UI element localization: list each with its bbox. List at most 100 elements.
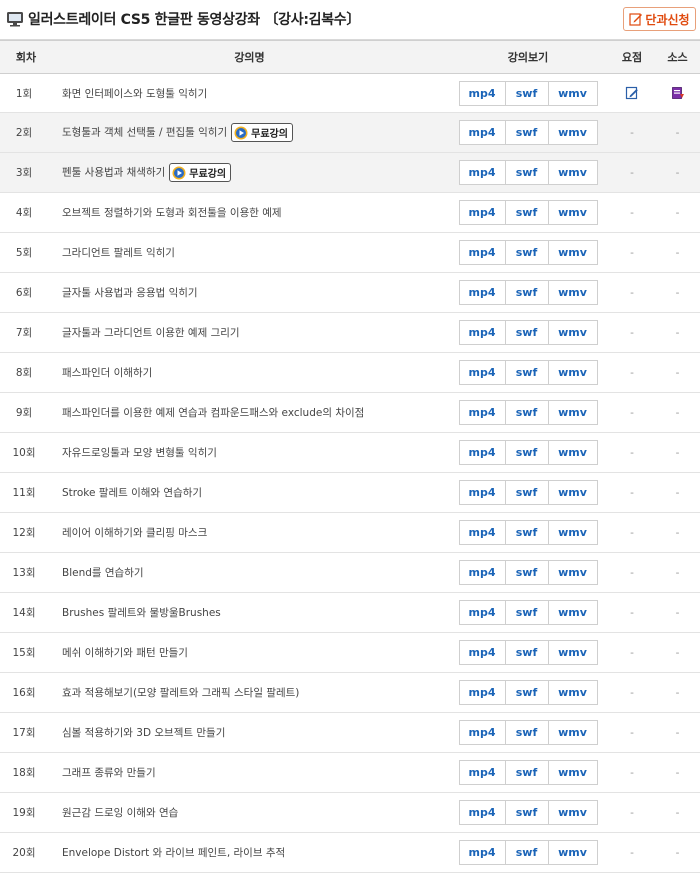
swf-button[interactable]: swf [506,281,549,304]
format-buttons: mp4 swf wmv [458,480,598,505]
swf-button[interactable]: swf [506,601,549,624]
format-buttons: mp4 swf wmv [458,760,598,785]
monitor-icon [6,11,24,27]
mp4-button[interactable]: mp4 [460,241,506,264]
swf-button[interactable]: swf [506,201,549,224]
summary-empty: - [630,646,634,659]
wmv-button[interactable]: wmv [549,561,597,584]
swf-button[interactable]: swf [506,441,549,464]
table-row: 17회 심볼 적용하기와 3D 오브젝트 만들기 mp4 swf wmv - - [0,712,700,753]
summary-cell: - [609,592,655,633]
swf-button[interactable]: swf [506,561,549,584]
wmv-button[interactable]: wmv [549,761,597,784]
mp4-button[interactable]: mp4 [460,441,506,464]
wmv-button[interactable]: wmv [549,801,597,824]
lecture-view-cell: mp4 swf wmv [447,472,609,513]
wmv-button[interactable]: wmv [549,361,597,384]
mp4-button[interactable]: mp4 [460,721,506,744]
mp4-button[interactable]: mp4 [460,641,506,664]
mp4-button[interactable]: mp4 [460,801,506,824]
source-download-icon[interactable] [671,86,685,100]
lecture-title: 펜툴 사용법과 채색하기 [62,166,166,179]
mp4-button[interactable]: mp4 [460,361,506,384]
wmv-button[interactable]: wmv [549,521,597,544]
summary-empty: - [630,406,634,419]
swf-button[interactable]: swf [506,401,549,424]
mp4-button[interactable]: mp4 [460,561,506,584]
free-lecture-button[interactable]: 무료강의 [231,123,293,142]
format-buttons: mp4 swf wmv [458,160,598,185]
table-header-row: 회차 강의명 강의보기 요점 소스 [0,40,700,74]
swf-button[interactable]: swf [506,801,549,824]
summary-note-icon[interactable] [625,86,639,100]
lecture-name-cell: 원근감 드로잉 이해와 연습 [52,792,447,833]
mp4-button[interactable]: mp4 [460,321,506,344]
wmv-button[interactable]: wmv [549,321,597,344]
lecture-list: 1회 화면 인터페이스와 도형툴 익히기 mp4 swf wmv 2회 도형툴과 객체 선택… [0,73,700,873]
source-empty: - [675,366,680,379]
header-name: 강의명 [52,40,447,74]
wmv-button[interactable]: wmv [549,601,597,624]
mp4-button[interactable]: mp4 [460,481,506,504]
mp4-button[interactable]: mp4 [460,841,506,864]
swf-button[interactable]: swf [506,321,549,344]
source-cell: - [655,392,700,433]
lecture-title: 화면 인터페이스와 도형툴 익히기 [62,87,208,100]
mp4-button[interactable]: mp4 [460,161,506,184]
wmv-button[interactable]: wmv [549,641,597,664]
swf-button[interactable]: swf [506,361,549,384]
mp4-button[interactable]: mp4 [460,81,506,105]
swf-button[interactable]: swf [506,121,549,144]
swf-button[interactable]: swf [506,721,549,744]
swf-button[interactable]: swf [506,161,549,184]
wmv-button[interactable]: wmv [549,201,597,224]
swf-button[interactable]: swf [506,481,549,504]
summary-cell: - [609,712,655,753]
lecture-number: 13회 [0,552,52,593]
free-lecture-label: 무료강의 [189,169,227,180]
wmv-button[interactable]: wmv [549,441,597,464]
source-cell: - [655,592,700,633]
table-row: 16회 효과 적용해보기(모양 팔레트와 그래픽 스타일 팔레트) mp4 swf wm… [0,672,700,713]
mp4-button[interactable]: mp4 [460,601,506,624]
lecture-view-cell: mp4 swf wmv [447,512,609,553]
mp4-button[interactable]: mp4 [460,201,506,224]
format-buttons: mp4 swf wmv [458,440,598,465]
table-row: 12회 레이어 이해하기와 클리핑 마스크 mp4 swf wmv - - [0,512,700,553]
swf-button[interactable]: swf [506,841,549,864]
format-buttons: mp4 swf wmv [458,200,598,225]
wmv-button[interactable]: wmv [549,721,597,744]
wmv-button[interactable]: wmv [549,241,597,264]
wmv-button[interactable]: wmv [549,681,597,704]
lecture-view-cell: mp4 swf wmv [447,312,609,353]
header-source: 소스 [655,40,700,74]
swf-button[interactable]: swf [506,241,549,264]
wmv-button[interactable]: wmv [549,401,597,424]
lecture-name-cell: 글자툴 사용법과 응용법 익히기 [52,272,447,313]
summary-empty: - [630,686,634,699]
swf-button[interactable]: swf [506,81,549,105]
mp4-button[interactable]: mp4 [460,281,506,304]
swf-button[interactable]: swf [506,761,549,784]
swf-button[interactable]: swf [506,681,549,704]
lecture-name-cell: 오브젝트 정렬하기와 도형과 회전툴을 이용한 예제 [52,192,447,233]
source-empty: - [675,126,680,139]
wmv-button[interactable]: wmv [549,481,597,504]
wmv-button[interactable]: wmv [549,841,597,864]
mp4-button[interactable]: mp4 [460,401,506,424]
mp4-button[interactable]: mp4 [460,761,506,784]
apply-course-button[interactable]: 단과신청 [623,7,696,31]
wmv-button[interactable]: wmv [549,82,597,105]
wmv-button[interactable]: wmv [549,281,597,304]
source-empty: - [675,646,680,659]
mp4-button[interactable]: mp4 [460,521,506,544]
source-empty: - [675,606,680,619]
mp4-button[interactable]: mp4 [460,681,506,704]
mp4-button[interactable]: mp4 [460,121,506,144]
wmv-button[interactable]: wmv [549,121,597,144]
wmv-button[interactable]: wmv [549,161,597,184]
free-lecture-button[interactable]: 무료강의 [169,163,232,182]
swf-button[interactable]: swf [506,521,549,544]
swf-button[interactable]: swf [506,641,549,664]
lecture-title: 심볼 적용하기와 3D 오브젝트 만들기 [62,727,226,739]
